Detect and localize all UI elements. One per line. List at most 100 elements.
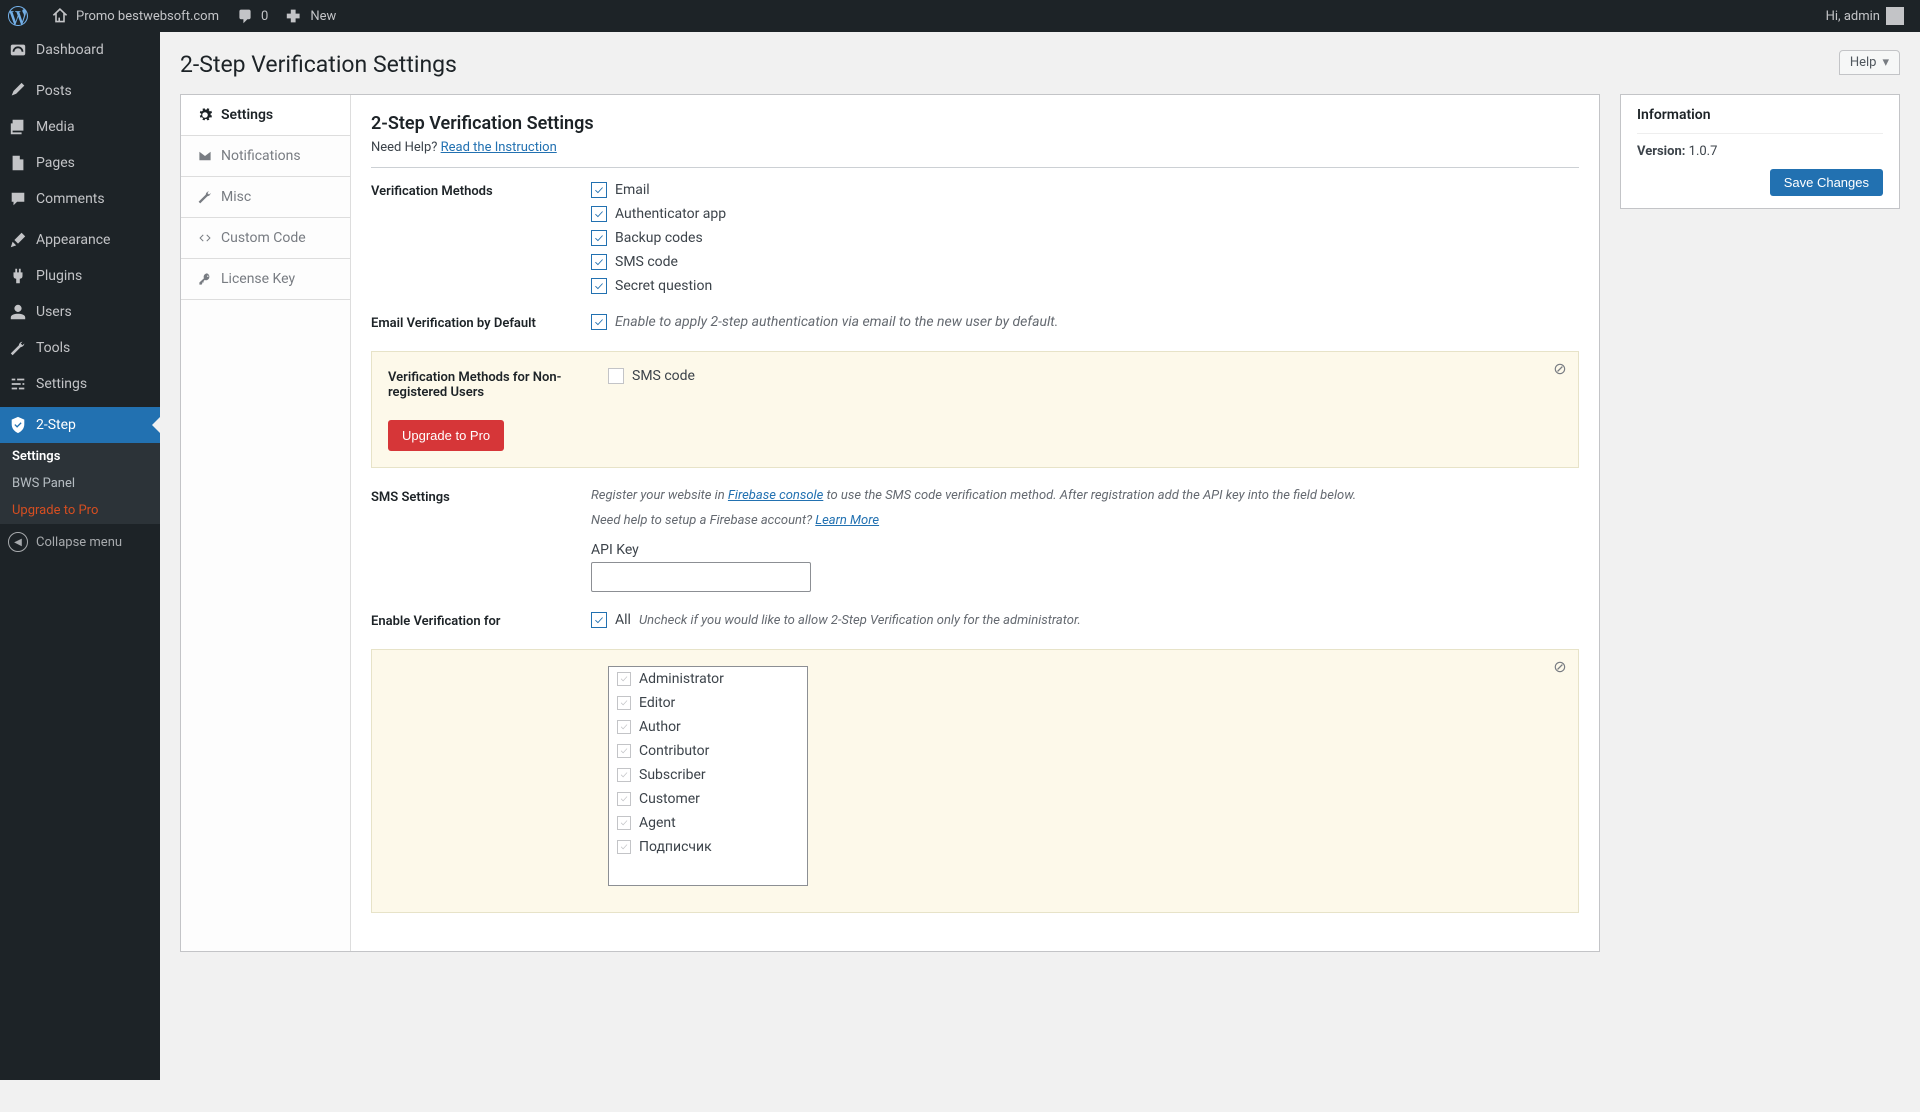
method-checkbox-secret-question[interactable] (591, 278, 607, 294)
method-label: Backup codes (615, 230, 703, 246)
site-link[interactable]: Promo bestwebsoft.com (42, 0, 227, 32)
api-key-input[interactable] (591, 562, 811, 592)
upgrade-to-pro-button[interactable]: Upgrade to Pro (388, 420, 504, 451)
comments-link[interactable]: 0 (227, 0, 276, 32)
section-title: 2-Step Verification Settings (371, 113, 1579, 134)
enable-all-label: All (615, 612, 631, 628)
sidebar-item-2-step[interactable]: 2-Step (0, 407, 160, 443)
sidebar-item-settings[interactable]: Settings (0, 366, 160, 402)
settings-tabs: SettingsNotificationsMiscCustom CodeLice… (181, 95, 351, 951)
help-button[interactable]: Help (1839, 50, 1900, 75)
verification-methods-field: EmailAuthenticator appBackup codesSMS co… (591, 182, 1579, 294)
nonreg-label: Verification Methods for Non-registered … (388, 368, 608, 400)
user-icon (8, 302, 28, 322)
enable-all-hint: Uncheck if you would like to allow 2-Ste… (639, 613, 1081, 628)
close-icon[interactable] (1552, 658, 1568, 674)
role-item: Agent (609, 811, 807, 835)
mail-icon (197, 148, 213, 164)
email-default-hint: Enable to apply 2-step authentication vi… (615, 314, 1058, 330)
pro-block-roles: AdministratorEditorAuthorContributorSubs… (371, 649, 1579, 913)
admin-bar: Promo bestwebsoft.com 0 New Hi, admin (0, 0, 1920, 32)
tab-notifications[interactable]: Notifications (181, 136, 350, 177)
plus-icon (284, 6, 304, 26)
tab-license-key[interactable]: License Key (181, 259, 350, 300)
comment-icon (235, 6, 255, 26)
collapse-icon: ◀ (8, 532, 28, 552)
home-icon (50, 6, 70, 26)
collapse-menu[interactable]: ◀ Collapse menu (0, 524, 160, 560)
shield-icon (8, 415, 28, 435)
row-nonreg: Verification Methods for Non-registered … (388, 368, 1562, 400)
role-checkbox (617, 696, 631, 710)
avatar-icon (1886, 7, 1904, 25)
method-checkbox-sms-code[interactable] (591, 254, 607, 270)
close-icon[interactable] (1552, 360, 1568, 376)
sidebar-item-media[interactable]: Media (0, 109, 160, 145)
submenu-item-bws-panel[interactable]: BWS Panel (0, 470, 160, 497)
info-title: Information (1637, 107, 1883, 134)
site-name-label: Promo bestwebsoft.com (76, 9, 219, 24)
sidebar-item-comments[interactable]: Comments (0, 181, 160, 217)
sidebar-item-plugins[interactable]: Plugins (0, 258, 160, 294)
email-default-label: Email Verification by Default (371, 314, 591, 331)
sidebar-item-dashboard[interactable]: Dashboard (0, 32, 160, 68)
wp-logo[interactable] (0, 0, 42, 32)
email-default-checkbox[interactable] (591, 314, 607, 330)
save-changes-button[interactable]: Save Changes (1770, 169, 1883, 196)
media-icon (8, 117, 28, 137)
firebase-console-link[interactable]: Firebase console (728, 488, 823, 503)
sidebar-item-appearance[interactable]: Appearance (0, 222, 160, 258)
sidebar-item-tools[interactable]: Tools (0, 330, 160, 366)
role-item: Customer (609, 787, 807, 811)
enable-all-checkbox[interactable] (591, 612, 607, 628)
learn-more-link[interactable]: Learn More (815, 513, 879, 528)
sidebar-item-users[interactable]: Users (0, 294, 160, 330)
content-area: 2-Step Verification Settings Help Settin… (160, 32, 1920, 952)
method-label: Secret question (615, 278, 712, 294)
key-icon (197, 271, 213, 287)
row-roles: AdministratorEditorAuthorContributorSubs… (388, 666, 1562, 886)
admin-bar-right: Hi, admin (1818, 0, 1920, 32)
sms-register-text: Register your website in Firebase consol… (591, 488, 1579, 503)
enable-for-field: All Uncheck if you would like to allow 2… (591, 612, 1579, 628)
sidebar-submenu: SettingsBWS PanelUpgrade to Pro (0, 443, 160, 524)
enable-for-label: Enable Verification for (371, 612, 591, 629)
page-title: 2-Step Verification Settings (180, 42, 457, 82)
submenu-item-settings[interactable]: Settings (0, 443, 160, 470)
role-checkbox (617, 816, 631, 830)
method-checkbox-backup-codes[interactable] (591, 230, 607, 246)
pro-block-nonreg: Verification Methods for Non-registered … (371, 351, 1579, 468)
user-greeting[interactable]: Hi, admin (1818, 0, 1912, 32)
role-checkbox (617, 672, 631, 686)
info-sidebar: Information Version: 1.0.7 Save Changes (1620, 94, 1900, 952)
settings-panel: SettingsNotificationsMiscCustom CodeLice… (180, 94, 1600, 952)
sliders-icon (8, 374, 28, 394)
new-label: New (310, 9, 336, 24)
api-key-label: API Key (591, 542, 1579, 558)
method-label: Email (615, 182, 650, 198)
method-checkbox-email[interactable] (591, 182, 607, 198)
brush-icon (8, 230, 28, 250)
role-checkbox (617, 840, 631, 854)
email-default-field: Enable to apply 2-step authentication vi… (591, 314, 1579, 330)
read-instruction-link[interactable]: Read the Instruction (441, 140, 557, 155)
admin-sidebar: Dashboard PostsMediaPagesComments Appearan… (0, 32, 160, 1080)
collapse-label: Collapse menu (36, 535, 122, 550)
method-checkbox-authenticator-app[interactable] (591, 206, 607, 222)
role-checkbox (617, 792, 631, 806)
tab-custom-code[interactable]: Custom Code (181, 218, 350, 259)
need-help: Need Help? Read the Instruction (371, 140, 1579, 168)
role-item: Subscriber (609, 763, 807, 787)
submenu-item-upgrade-to-pro[interactable]: Upgrade to Pro (0, 497, 160, 524)
info-version: Version: 1.0.7 (1637, 144, 1883, 159)
new-link[interactable]: New (276, 0, 344, 32)
sidebar-item-posts[interactable]: Posts (0, 73, 160, 109)
verification-methods-label: Verification Methods (371, 182, 591, 199)
sms-settings-field: Register your website in Firebase consol… (591, 488, 1579, 592)
roles-listbox[interactable]: AdministratorEditorAuthorContributorSubs… (608, 666, 808, 886)
settings-body: 2-Step Verification Settings Need Help? … (351, 95, 1599, 951)
role-item: Contributor (609, 739, 807, 763)
tab-misc[interactable]: Misc (181, 177, 350, 218)
tab-settings[interactable]: Settings (181, 95, 350, 136)
sidebar-item-pages[interactable]: Pages (0, 145, 160, 181)
